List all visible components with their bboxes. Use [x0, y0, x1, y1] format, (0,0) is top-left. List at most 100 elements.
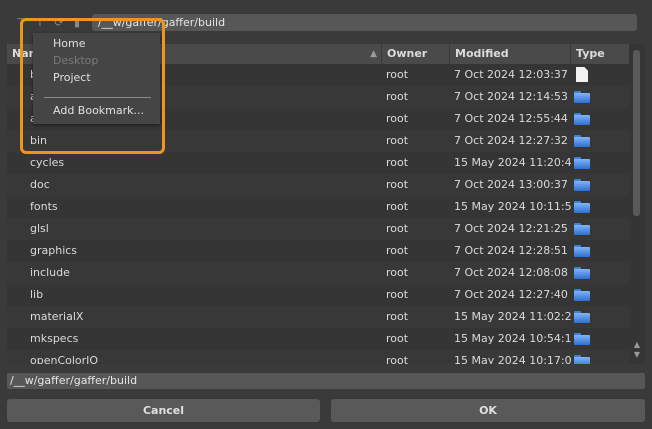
folder-icon	[574, 223, 590, 235]
row-name: materialX	[30, 310, 84, 323]
row-owner: root	[386, 200, 409, 213]
row-owner: root	[386, 222, 409, 235]
header-owner[interactable]: Owner	[382, 44, 450, 64]
folder-icon	[574, 289, 590, 301]
row-owner: root	[386, 288, 409, 301]
row-type	[574, 196, 624, 218]
sort-ascending-icon: ▲	[370, 49, 377, 59]
row-modified: 7 Oct 2024 12:27:40	[454, 288, 568, 301]
row-modified: 15 May 2024 11:20:41	[454, 156, 572, 169]
row-owner: root	[386, 310, 409, 323]
refresh-icon[interactable]: ⟳	[52, 16, 66, 30]
row-owner: root	[386, 90, 409, 103]
row-type	[574, 108, 624, 130]
row-type	[574, 174, 624, 196]
row-modified: 7 Oct 2024 12:03:37	[454, 68, 568, 81]
row-modified: 7 Oct 2024 12:21:25	[454, 222, 568, 235]
row-type	[574, 64, 624, 86]
row-type	[574, 218, 624, 240]
table-row[interactable]: glsl root 7 Oct 2024 12:21:25	[7, 218, 629, 240]
filename-field[interactable]: /__w/gaffer/gaffer/build	[7, 373, 645, 389]
row-modified: 7 Oct 2024 13:00:37	[454, 178, 568, 191]
row-owner: root	[386, 112, 409, 125]
vertical-scrollbar[interactable]: ▲ ▼	[630, 44, 644, 364]
row-owner: root	[386, 134, 409, 147]
folder-icon	[574, 355, 590, 364]
table-row[interactable]: lib root 7 Oct 2024 12:27:40	[7, 284, 629, 306]
row-name: doc	[30, 178, 50, 191]
menu-separator	[44, 97, 151, 98]
row-owner: root	[386, 266, 409, 279]
up-icon[interactable]: ↑	[33, 16, 47, 30]
table-row[interactable]: mkspecs root 15 May 2024 10:54:12	[7, 328, 629, 350]
row-name: glsl	[30, 222, 49, 235]
row-modified: 15 May 2024 10:17:00	[454, 354, 572, 364]
row-owner: root	[386, 354, 409, 364]
row-owner: root	[386, 332, 409, 345]
folder-icon	[574, 91, 590, 103]
row-owner: root	[386, 156, 409, 169]
row-owner: root	[386, 68, 409, 81]
folder-icon	[574, 135, 590, 147]
folder-icon	[574, 267, 590, 279]
row-modified: 7 Oct 2024 12:08:08	[454, 266, 568, 279]
table-row[interactable]: cycles root 15 May 2024 11:20:41	[7, 152, 629, 174]
row-modified: 15 May 2024 10:11:57	[454, 200, 572, 213]
bookmark-icon[interactable]: ⊤	[14, 16, 28, 30]
table-row[interactable]: doc root 7 Oct 2024 13:00:37	[7, 174, 629, 196]
row-modified: 7 Oct 2024 12:27:32	[454, 134, 568, 147]
header-type[interactable]: Type	[571, 44, 629, 64]
row-owner: root	[386, 178, 409, 191]
row-type	[574, 350, 624, 364]
row-owner: root	[386, 244, 409, 257]
row-name: lib	[30, 288, 44, 301]
row-name: openColorIO	[30, 354, 99, 364]
row-name: fonts	[30, 200, 58, 213]
row-name: cycles	[30, 156, 65, 169]
row-type	[574, 262, 624, 284]
folder-icon	[574, 201, 590, 213]
row-name: bin	[30, 134, 48, 147]
file-icon	[576, 67, 588, 82]
new-folder-icon[interactable]: ▮	[70, 16, 84, 30]
row-type	[574, 130, 624, 152]
folder-icon	[574, 311, 590, 323]
row-modified: 7 Oct 2024 12:55:44	[454, 112, 568, 125]
folder-icon	[574, 179, 590, 191]
row-modified: 7 Oct 2024 12:28:51	[454, 244, 568, 257]
folder-icon	[574, 113, 590, 125]
row-type	[574, 152, 624, 174]
menu-item-home[interactable]: Home	[53, 36, 85, 52]
row-type	[574, 306, 624, 328]
header-modified[interactable]: Modified	[450, 44, 571, 64]
row-type	[574, 284, 624, 306]
bookmarks-menu: Home Desktop Project Add Bookmark...	[33, 33, 160, 124]
row-modified: 15 May 2024 10:54:12	[454, 332, 572, 345]
row-type	[574, 240, 624, 262]
table-row[interactable]: materialX root 15 May 2024 11:02:22	[7, 306, 629, 328]
row-name: graphics	[30, 244, 78, 257]
table-row[interactable]: fonts root 15 May 2024 10:11:57	[7, 196, 629, 218]
row-type	[574, 86, 624, 108]
folder-icon	[574, 333, 590, 345]
scroll-down-icon[interactable]: ▼	[632, 350, 642, 360]
cancel-button[interactable]: Cancel	[7, 399, 320, 422]
table-row[interactable]: graphics root 7 Oct 2024 12:28:51	[7, 240, 629, 262]
folder-icon	[574, 245, 590, 257]
folder-icon	[574, 157, 590, 169]
menu-item-project[interactable]: Project	[53, 70, 91, 86]
row-type	[574, 328, 624, 350]
table-row[interactable]: openColorIO root 15 May 2024 10:17:00	[7, 350, 629, 364]
row-name: mkspecs	[30, 332, 79, 345]
row-modified: 7 Oct 2024 12:14:53	[454, 90, 568, 103]
table-row[interactable]: bin root 7 Oct 2024 12:27:32	[7, 130, 629, 152]
row-name: include	[30, 266, 70, 279]
ok-button[interactable]: OK	[331, 399, 645, 422]
scroll-up-icon[interactable]: ▲	[632, 340, 642, 350]
path-field[interactable]: /__w/gaffer/gaffer/build	[92, 14, 637, 31]
menu-item-desktop: Desktop	[53, 54, 99, 67]
menu-item-add-bookmark[interactable]: Add Bookmark...	[53, 103, 144, 119]
row-modified: 15 May 2024 11:02:22	[454, 310, 572, 323]
scrollbar-thumb[interactable]	[633, 50, 640, 216]
table-row[interactable]: include root 7 Oct 2024 12:08:08	[7, 262, 629, 284]
